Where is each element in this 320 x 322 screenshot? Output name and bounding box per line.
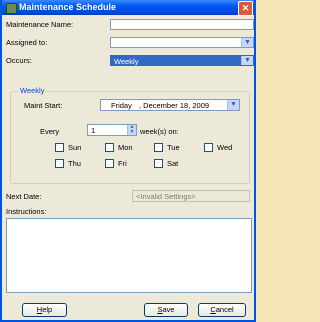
every-value: 1 [91, 126, 96, 135]
thursday-checkbox[interactable] [55, 159, 64, 168]
friday-checkbox[interactable] [105, 159, 114, 168]
friday-label: Fri [118, 159, 127, 168]
help-button-label: elp [42, 305, 53, 314]
saturday-label: Sat [167, 159, 179, 168]
maintenance-name-label: Maintenance Name: [6, 20, 74, 29]
maintenance-name-input[interactable] [110, 19, 254, 30]
maintenance-schedule-dialog: Maintenance Schedule ✕ Maintenance Name:… [0, 0, 256, 322]
saturday-checkbox[interactable] [154, 159, 163, 168]
monday-label: Mon [118, 143, 133, 152]
help-button[interactable]: Help [22, 303, 67, 317]
wednesday-label: Wed [217, 143, 233, 152]
next-date-value: <Invalid Settings> [136, 192, 196, 201]
tuesday-checkbox[interactable] [154, 143, 163, 152]
weekly-group-label: Weekly [18, 86, 47, 95]
thursday-label: Thu [68, 159, 81, 168]
window-title: Maintenance Schedule [19, 2, 117, 12]
maint-start-datepicker[interactable]: Friday , December 18, 2009 ▼ [100, 99, 240, 111]
chevron-down-icon[interactable]: ▼ [227, 100, 239, 110]
wednesday-checkbox[interactable] [204, 143, 213, 152]
save-button-label: ave [162, 305, 175, 314]
monday-checkbox[interactable] [105, 143, 114, 152]
weeks-on-label: week(s) on: [140, 127, 179, 136]
spinner-arrows-icon[interactable]: ▲ ▼ [127, 125, 136, 135]
next-date-field: <Invalid Settings> [132, 190, 250, 202]
instructions-textarea[interactable] [6, 218, 252, 293]
instructions-label: Instructions: [6, 207, 47, 216]
title-bar[interactable]: Maintenance Schedule ✕ [2, 0, 254, 16]
maint-start-day: Friday [111, 101, 132, 110]
save-button[interactable]: Save [144, 303, 188, 317]
next-date-label: Next Date: [6, 192, 42, 201]
app-icon [6, 3, 17, 14]
cancel-button[interactable]: Cancel [198, 303, 246, 317]
every-label: Every [40, 127, 60, 136]
cancel-button-label: ancel [215, 305, 234, 314]
sunday-checkbox[interactable] [55, 143, 64, 152]
sunday-label: Sun [68, 143, 82, 152]
chevron-down-icon[interactable]: ▼ [241, 38, 253, 47]
occurs-value: Weekly [114, 57, 139, 66]
assigned-to-dropdown[interactable]: ▼ [110, 37, 254, 48]
maint-start-label: Maint Start: [24, 101, 63, 110]
chevron-down-icon[interactable]: ▼ [241, 56, 253, 65]
assigned-to-label: Assigned to: [6, 38, 48, 47]
occurs-label: Occurs: [6, 56, 32, 65]
occurs-dropdown[interactable]: Weekly ▼ [110, 55, 254, 66]
tuesday-label: Tue [167, 143, 180, 152]
every-weeks-stepper[interactable]: 1 ▲ ▼ [87, 124, 137, 136]
close-button[interactable]: ✕ [238, 1, 253, 16]
maint-start-date: , December 18, 2009 [139, 101, 210, 110]
